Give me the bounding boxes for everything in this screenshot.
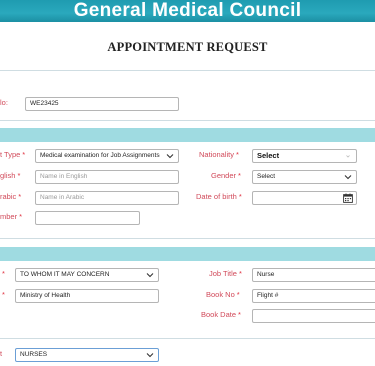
addressee-select[interactable]: TO WHOM IT MAY CONCERN: [15, 268, 159, 282]
book-date-label: Book Date *: [201, 310, 241, 319]
number-label: mber *: [0, 212, 23, 221]
chevron-down-icon: [344, 175, 352, 180]
book-no-label: Book No *: [206, 290, 240, 299]
reference-label: lo:: [0, 98, 8, 107]
ministry-input[interactable]: Ministry of Health: [15, 289, 159, 303]
divider: [0, 338, 375, 339]
nationality-value: Select: [257, 151, 280, 160]
addressee-label: *: [2, 269, 5, 278]
name-english-input[interactable]: Name in English: [35, 170, 179, 184]
name-arabic-label: rabic *: [0, 192, 22, 201]
chevron-down-icon: [146, 273, 154, 278]
book-no-input[interactable]: Flight #: [252, 289, 375, 303]
section-band-personal: [0, 128, 375, 142]
addressee-value: TO WHOM IT MAY CONCERN: [20, 271, 110, 278]
dob-input[interactable]: [252, 191, 357, 205]
job-title-input[interactable]: Nurse: [252, 268, 375, 282]
chevron-down-icon: [346, 155, 350, 158]
exam-type-select[interactable]: Medical examination for Job Assignments: [35, 149, 179, 163]
name-arabic-input[interactable]: Name in Arabic: [35, 191, 179, 205]
chevron-down-icon: [146, 353, 154, 358]
page-title: APPOINTMENT REQUEST: [107, 40, 268, 54]
category-value: NURSES: [20, 351, 48, 358]
category-label: t: [0, 349, 3, 358]
reference-field[interactable]: WE23425: [25, 97, 179, 111]
nationality-select[interactable]: Select: [252, 149, 357, 163]
divider: [0, 238, 375, 239]
site-banner: General Medical Council: [0, 0, 375, 22]
banner-title: General Medical Council: [73, 0, 302, 21]
category-select[interactable]: NURSES: [15, 348, 159, 362]
exam-type-value: Medical examination for Job Assignments: [40, 152, 160, 159]
section-band-job: [0, 247, 375, 261]
gender-value: Select: [257, 173, 276, 180]
job-title-label: Job Title *: [209, 269, 242, 278]
number-input[interactable]: [35, 211, 140, 225]
chevron-down-icon: [166, 154, 174, 159]
calendar-icon[interactable]: [343, 193, 353, 203]
divider: [0, 120, 375, 121]
divider: [0, 70, 375, 71]
exam-type-label: t Type *: [0, 150, 26, 159]
gender-select[interactable]: Select: [252, 170, 357, 184]
ministry-label: *: [2, 290, 5, 299]
nationality-label: Nationality *: [199, 150, 239, 159]
gender-label: Gender *: [211, 171, 241, 180]
dob-label: Date of birth *: [196, 192, 242, 201]
name-english-label: glish *: [0, 171, 21, 180]
book-date-input[interactable]: [252, 309, 375, 323]
